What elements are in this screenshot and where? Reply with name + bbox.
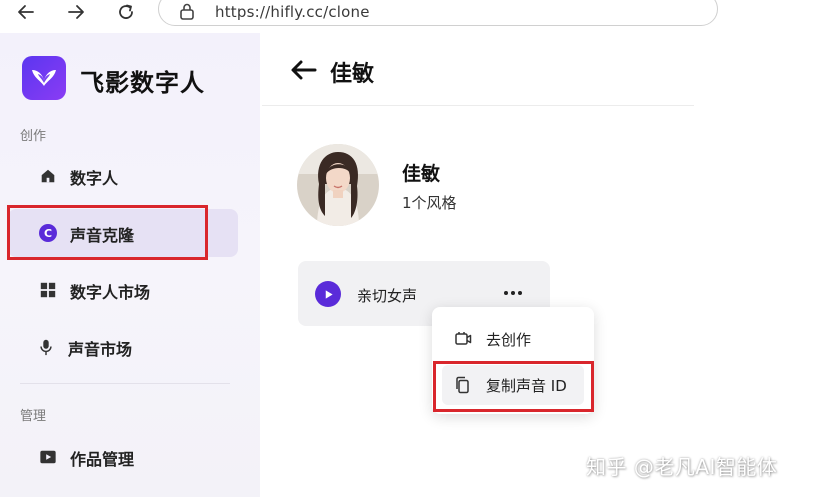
browser-toolbar: https://hifly.cc/clone [0, 0, 831, 30]
section-label-create: 创作 [20, 129, 47, 144]
lock-icon [180, 3, 194, 20]
sidebar-item-digital-human[interactable]: 数字人 [8, 152, 238, 200]
avatar-portrait [297, 144, 379, 226]
url-text[interactable]: https://hifly.cc/clone [215, 3, 370, 21]
forward-button[interactable] [62, 0, 90, 24]
page-back-icon[interactable] [290, 58, 318, 82]
create-icon [455, 332, 472, 345]
highlight-box-sidebar [7, 205, 208, 260]
forward-arrow-icon [68, 5, 84, 19]
avatar [297, 144, 379, 226]
sidebar-divider [20, 383, 230, 384]
page-title: 佳敏 [330, 62, 375, 87]
more-dots-icon [504, 291, 508, 295]
menu-item-create[interactable]: 去创作 [442, 319, 584, 359]
section-label-manage: 管理 [20, 409, 47, 424]
sidebar-item-voice-market[interactable]: 声音市场 [8, 323, 238, 371]
header-divider [262, 105, 694, 106]
sidebar-item-digital-human-market[interactable]: 数字人市场 [8, 266, 238, 314]
back-arrow-icon [18, 5, 34, 19]
sidebar-item-works[interactable]: 作品管理 [8, 433, 238, 481]
microphone-icon [36, 337, 56, 357]
sidebar-item-label: 声音市场 [68, 340, 133, 359]
sidebar-item-label: 数字人市场 [70, 283, 151, 302]
sidebar: 飞影数字人 创作 数字人 C 声音克隆 数字人市场 声音市场 管理 作品管理 [0, 33, 260, 497]
watermark-text: 知乎 @老凡AI智能体 [586, 455, 778, 479]
play-button[interactable] [315, 281, 341, 307]
more-dot [511, 291, 515, 295]
butterfly-logo-icon [32, 70, 56, 86]
profile-name: 佳敏 [402, 163, 441, 185]
play-icon [325, 289, 333, 299]
menu-item-label: 去创作 [486, 331, 532, 349]
back-button[interactable] [12, 0, 40, 24]
address-bar[interactable]: https://hifly.cc/clone [158, 0, 718, 26]
brand-name: 飞影数字人 [80, 69, 205, 97]
home-icon [38, 166, 58, 186]
sidebar-item-label: 数字人 [70, 169, 119, 188]
voice-name: 亲切女声 [357, 287, 418, 305]
more-dot [518, 291, 522, 295]
sidebar-item-label: 作品管理 [70, 450, 135, 469]
profile-style-count: 1个风格 [402, 194, 457, 212]
app-logo[interactable] [22, 56, 66, 100]
video-icon [38, 447, 58, 467]
reload-icon [119, 4, 133, 19]
highlight-box-copy-id [433, 361, 594, 412]
more-options-button[interactable] [496, 281, 530, 305]
reload-button[interactable] [112, 0, 140, 24]
grid-icon [38, 280, 58, 300]
